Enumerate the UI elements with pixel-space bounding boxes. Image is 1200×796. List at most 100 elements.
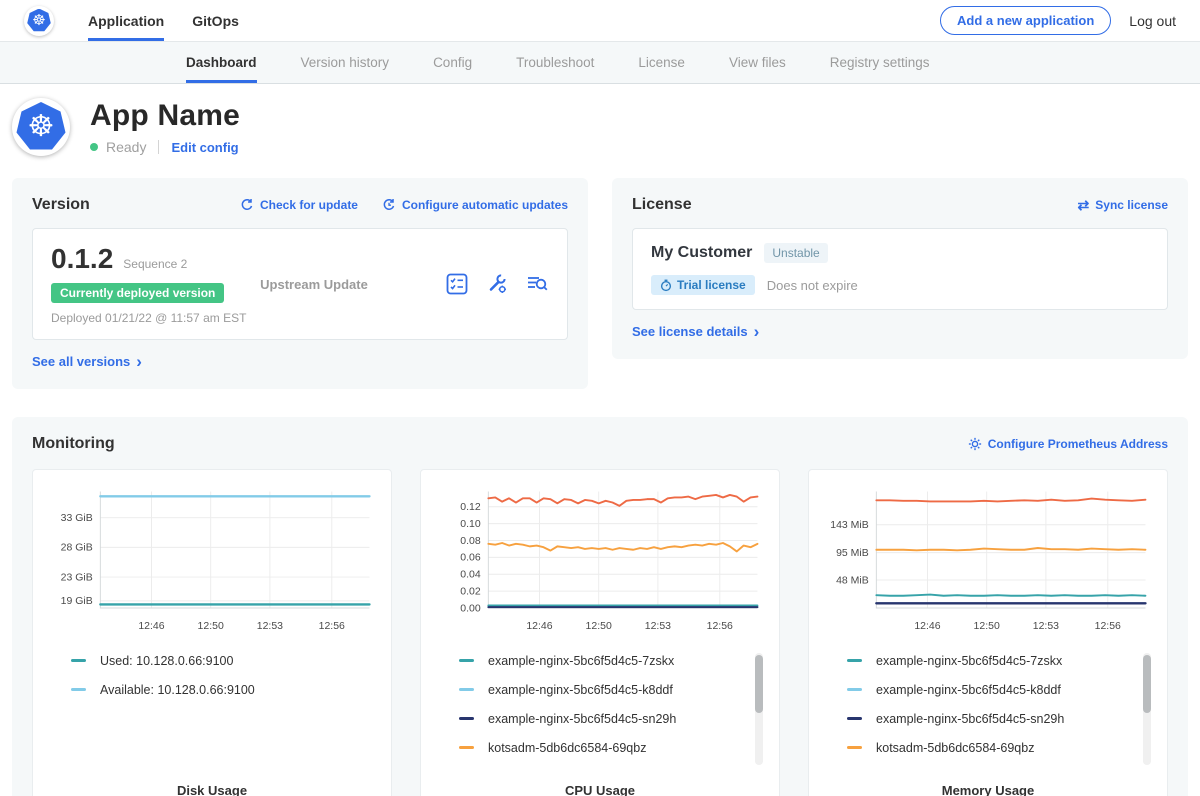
svg-text:12:50: 12:50 [198,621,224,632]
license-type-row: Trial license Does not expire [651,275,1149,295]
chart-legend: Used: 10.128.0.66:9100 Available: 10.128.… [45,653,379,698]
top-nav-tab-application[interactable]: Application [88,0,164,41]
legend-item: example-nginx-5bc6f5d4c5-7zskx [459,653,767,669]
svg-text:12:56: 12:56 [1095,621,1121,632]
sub-nav-tab-troubleshoot[interactable]: Troubleshoot [516,42,594,83]
version-number: 0.1.2 [51,243,113,275]
monitoring-section: Monitoring Configure Prometheus Address [12,417,1188,796]
top-nav-tabs: Application GitOps [88,0,239,41]
sequence-label: Sequence 2 [123,257,187,271]
see-license-details-link[interactable]: See license details › [632,324,759,339]
chart-legend-wrap: example-nginx-5bc6f5d4c5-7zskx example-ng… [433,653,767,773]
see-all-versions-link[interactable]: See all versions › [32,354,142,369]
svg-text:12:50: 12:50 [586,621,612,632]
svg-text:0.12: 0.12 [460,502,481,513]
legend-item: example-nginx-5bc6f5d4c5-sn29h [847,711,1155,727]
sub-nav-tab-license[interactable]: License [638,42,685,83]
version-card-title: Version [32,196,90,214]
legend-label: Available: 10.128.0.66:9100 [100,683,255,697]
svg-text:143 MiB: 143 MiB [830,520,868,531]
license-info-panel: My Customer Unstable Trial license [632,228,1168,310]
edit-config-link[interactable]: Edit config [171,140,238,155]
svg-text:33 GiB: 33 GiB [61,513,93,524]
legend-scrollbar-track [755,653,763,765]
legend-color-dash-icon [847,717,862,720]
chart-legend: example-nginx-5bc6f5d4c5-7zskx example-ng… [821,653,1155,756]
config-wrench-icon[interactable] [485,272,509,296]
legend-label: example-nginx-5bc6f5d4c5-k8ddf [876,683,1061,697]
legend-item: example-nginx-5bc6f5d4c5-7zskx [847,653,1155,669]
sub-nav-tabs: Dashboard Version history Config Troublesho… [186,42,1200,83]
legend-color-dash-icon [847,659,862,662]
legend-label: example-nginx-5bc6f5d4c5-sn29h [488,712,676,726]
svg-text:12:46: 12:46 [138,621,164,632]
chart-card-cpu-usage: 0.120.100.080.060.040.020.0012:4612:5012… [420,469,780,796]
sub-nav-tab-view-files[interactable]: View files [729,42,786,83]
trial-license-badge: Trial license [651,275,755,295]
sub-nav: Dashboard Version history Config Troublesho… [0,42,1200,84]
customer-row: My Customer Unstable [651,243,1149,263]
configure-prometheus-link[interactable]: Configure Prometheus Address [968,437,1168,451]
top-nav-tab-gitops[interactable]: GitOps [192,0,239,41]
usage-chart: 33 GiB28 GiB23 GiB19 GiB12:4612:5012:531… [45,482,379,637]
preflight-checks-icon[interactable] [445,272,469,296]
current-version-panel: 0.1.2 Sequence 2 Currently deployed vers… [32,228,568,340]
sync-license-link[interactable]: ⇄ Sync license [1078,198,1168,212]
configure-automatic-updates-link[interactable]: Configure automatic updates [382,198,568,212]
gear-icon [968,437,982,451]
kubernetes-wheel-icon: ☸ [32,13,45,28]
legend-label: kotsadm-5db6dc6584-69qbz [876,741,1034,755]
legend-label: Used: 10.128.0.66:9100 [100,654,233,668]
legend-item: kotsadm-5db6dc6584-69qbz [459,740,767,756]
chart-legend-wrap: example-nginx-5bc6f5d4c5-7zskx example-ng… [821,653,1155,773]
kubernetes-logo[interactable]: ☸ [24,6,54,36]
usage-chart: 0.120.100.080.060.040.020.0012:4612:5012… [433,482,767,637]
legend-scrollbar-track [1143,653,1151,765]
svg-text:0.02: 0.02 [460,586,481,597]
sub-nav-tab-dashboard[interactable]: Dashboard [186,42,257,83]
deploy-logs-icon[interactable] [525,272,549,296]
chevron-right-icon: › [754,325,760,339]
license-card: License ⇄ Sync license My Customer Unsta… [612,178,1188,359]
legend-item: Available: 10.128.0.66:9100 [71,682,379,698]
version-card-actions: Check for update Configure automatic upd… [240,198,568,212]
app-status-row: Ready Edit config [90,139,240,155]
add-application-button[interactable]: Add a new application [940,6,1111,35]
sync-arrows-icon: ⇄ [1078,198,1090,212]
logout-button[interactable]: Log out [1129,13,1176,29]
sub-nav-tab-version-history[interactable]: Version history [301,42,390,83]
svg-text:0.06: 0.06 [460,553,481,564]
charts-row: 33 GiB28 GiB23 GiB19 GiB12:4612:5012:531… [32,469,1168,796]
legend-scrollbar-thumb[interactable] [1143,655,1151,713]
sub-nav-tab-registry-settings[interactable]: Registry settings [830,42,930,83]
version-action-icons [445,272,549,296]
svg-text:19 GiB: 19 GiB [61,596,93,607]
chart-title: Memory Usage [821,783,1155,796]
auto-update-clock-icon [382,198,396,212]
version-card-header: Version Check for update [32,196,568,214]
kubernetes-wheel-icon: ☸ [28,112,55,142]
version-card: Version Check for update [12,178,588,389]
sub-nav-tab-config[interactable]: Config [433,42,472,83]
ready-status-dot [90,143,98,151]
legend-item: example-nginx-5bc6f5d4c5-k8ddf [847,682,1155,698]
refresh-icon [240,198,254,212]
legend-color-dash-icon [847,688,862,691]
app-name: App Name [90,99,240,133]
top-nav: ☸ Application GitOps Add a new applicatio… [0,0,1200,42]
legend-color-dash-icon [459,746,474,749]
svg-text:95 MiB: 95 MiB [836,548,869,559]
svg-text:28 GiB: 28 GiB [61,543,93,554]
svg-text:12:50: 12:50 [974,621,1000,632]
version-number-row: 0.1.2 Sequence 2 [51,243,260,275]
legend-color-dash-icon [459,688,474,691]
legend-item: example-nginx-5bc6f5d4c5-k8ddf [459,682,767,698]
monitoring-header: Monitoring Configure Prometheus Address [32,435,1168,453]
legend-label: example-nginx-5bc6f5d4c5-k8ddf [488,683,673,697]
svg-text:12:53: 12:53 [1033,621,1059,632]
legend-color-dash-icon [459,717,474,720]
svg-text:0.10: 0.10 [460,519,481,530]
legend-scrollbar-thumb[interactable] [755,655,763,713]
app-header: ☸ App Name Ready Edit config [0,84,1200,172]
check-for-update-link[interactable]: Check for update [240,198,358,212]
